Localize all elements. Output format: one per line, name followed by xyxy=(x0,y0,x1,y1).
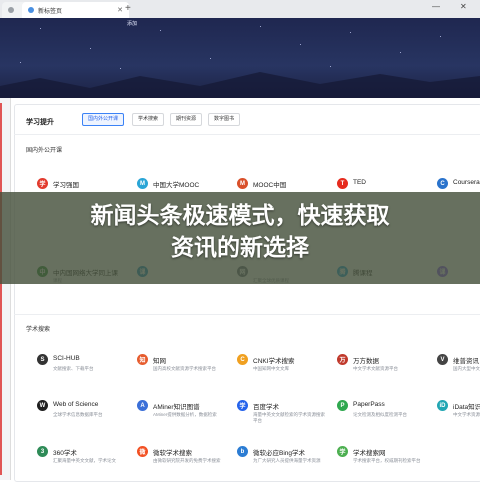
tile-name: 知网 xyxy=(153,358,166,365)
browser-tab-2[interactable]: 新标签页 ✕ xyxy=(22,2,129,18)
tile-description: 学术搜索平台，权威期刊检索平台 xyxy=(353,458,421,463)
academic-tile[interactable]: 知知网 国内高校文献资源学术搜索平台 xyxy=(137,354,227,384)
tile-name: 微软必应Bing学术 xyxy=(253,450,306,457)
academic-tile[interactable]: W Web of Science 全球学术信息数据库平台 xyxy=(37,400,127,430)
ted-icon: T xyxy=(337,178,348,189)
tile-name: 微软学术搜索 xyxy=(153,450,192,457)
tile-name: 维普资讯 xyxy=(453,358,479,365)
mooc-china-icon: M xyxy=(237,178,248,189)
academic-tile[interactable]: S SCI-HUB 文献搜索、下载平台 xyxy=(37,354,127,384)
overlay-headline-line2: 资讯的新选择 xyxy=(171,235,309,261)
cnki-search-icon: C xyxy=(237,354,248,365)
weipu-icon: V xyxy=(437,354,448,365)
tile-name: 360学术 xyxy=(53,450,77,457)
bing-academic-icon: b xyxy=(237,446,248,457)
tile-description: 论文检测及相似度检测平台 xyxy=(353,412,407,417)
tile-description: 中国知网中文文库 xyxy=(253,366,289,371)
tile-description: 中文学术资源检索平台 xyxy=(453,412,480,417)
academic-tile[interactable]: 学学术搜索网 学术搜索平台，权威期刊检索平台 xyxy=(337,446,427,476)
tile-description: 国内高校文献资源学术搜索平台 xyxy=(153,366,216,371)
tile-name: TED xyxy=(353,179,366,186)
tile-description: 汇聚海量中英文文献，学术论文 xyxy=(53,458,116,463)
tile-name: SCI-HUB xyxy=(53,355,80,362)
tile-description: AMiner提供数据分析，数据检索 xyxy=(153,412,217,417)
tile-name: 学术搜索网 xyxy=(353,450,386,457)
academic-tile[interactable]: 微微软学术搜索 由微软研究院开发的免费学术搜索 xyxy=(137,446,227,476)
xuexi-icon: 学 xyxy=(37,178,48,189)
section-title-courses: 国内外公开课 xyxy=(26,148,63,154)
tile-name: CNKI学术搜索 xyxy=(253,358,295,365)
academic-tile[interactable]: A AMiner知识图谱 AMiner提供数据分析，数据检索 xyxy=(137,400,227,430)
tile-name: 百度学术 xyxy=(253,404,279,411)
coursera-icon: C xyxy=(437,178,448,189)
tab-2-label: 新标签页 xyxy=(38,8,63,15)
academic-tile[interactable]: P PaperPass 论文检测及相似度检测平台 xyxy=(337,400,427,430)
tile-name: Coursera xyxy=(453,179,480,186)
academic-tile[interactable]: b 微软必应Bing学术 为广大研究人员提供海量学术资源 xyxy=(237,446,327,476)
idata-icon: iD xyxy=(437,400,448,411)
tile-name: 万方数据 xyxy=(353,358,379,365)
academic-tile[interactable]: 学百度学术 海量中英文文献检索的学术资源搜索平台 xyxy=(237,400,327,430)
sidebar-highlight-bar xyxy=(0,103,2,475)
paperpass-icon: P xyxy=(337,400,348,411)
mooc-cn-icon: M xyxy=(137,178,148,189)
tab-journal-resources[interactable]: 期刊资源 xyxy=(170,113,203,126)
aminer-icon: A xyxy=(137,400,148,411)
tile-description: 为广大研究人员提供海量学术资源 xyxy=(253,458,321,463)
browser-tab-bar: 新标签页 ✕ + — ✕ xyxy=(0,0,480,19)
tile-name: 学习强国 xyxy=(53,182,79,189)
mountain-silhouette xyxy=(0,72,480,98)
academic-tile[interactable]: iD iData知识检索中文学术资源检索平台 xyxy=(437,400,480,430)
overlay-headline: 新闻头条极速模式，快速获取 资讯的新选择 xyxy=(0,200,480,264)
page-favicon-icon xyxy=(8,7,14,13)
panel-title: 学习提升 xyxy=(26,119,54,126)
overlay-headline-line1: 新闻头条极速模式，快速获取 xyxy=(90,203,390,229)
cnki-icon: 知 xyxy=(137,354,148,365)
baidu-xueshu-icon: 学 xyxy=(237,400,248,411)
academic-tile[interactable]: 3 360学术 汇聚海量中英文文献，学术论文 xyxy=(37,446,127,476)
tile-name: iData知识检索 xyxy=(453,404,480,411)
tile-name: Web of Science xyxy=(53,401,99,408)
wos-icon: W xyxy=(37,400,48,411)
minimize-button[interactable]: — xyxy=(432,2,440,11)
wanfang-icon: 万 xyxy=(337,354,348,365)
tab-digital-books[interactable]: 数字图书 xyxy=(208,113,241,126)
tab-open-courses[interactable]: 国内外公开课 xyxy=(82,113,125,126)
tile-name: PaperPass xyxy=(353,401,385,408)
tile-description: 国内大型中文期刊平台 xyxy=(453,366,480,371)
academic-tile[interactable]: C CNKI学术搜索 中国知网中文文库 xyxy=(237,354,327,384)
tile-description: 文献搜索、下载平台 xyxy=(53,366,94,371)
tile-description: 海量中英文文献检索的学术资源搜索平台 xyxy=(253,412,325,423)
academic-tile[interactable]: 万万方数据 中文学术文献资源平台 xyxy=(337,354,427,384)
hero-add-label[interactable]: 添加 xyxy=(127,20,137,27)
close-window-button[interactable]: ✕ xyxy=(460,2,467,11)
academic-tile[interactable]: V 维普资讯国内大型中文期刊平台 xyxy=(437,354,480,384)
new-tab-button[interactable]: + xyxy=(125,3,131,14)
ms-academic-icon: 微 xyxy=(137,446,148,457)
divider xyxy=(14,134,480,135)
newtab-favicon-icon xyxy=(28,7,34,13)
tab-academic-search[interactable]: 学术搜索 xyxy=(132,113,165,126)
xueshu360-icon: 3 xyxy=(37,446,48,457)
scihub-icon: S xyxy=(37,354,48,365)
tile-name: AMiner知识图谱 xyxy=(153,404,200,411)
divider xyxy=(14,314,480,315)
tab-close-icon[interactable]: ✕ xyxy=(117,6,123,14)
tile-name: 中国大学MOOC xyxy=(153,182,200,189)
section-title-academic: 学术搜索 xyxy=(26,327,51,333)
tile-name: MOOC中国 xyxy=(253,182,287,189)
hero-background xyxy=(0,18,480,98)
tile-description: 中文学术文献资源平台 xyxy=(353,366,398,371)
tile-description: 全球学术信息数据库平台 xyxy=(53,412,103,417)
tile-description: 由微软研究院开发的免费学术搜索 xyxy=(153,458,221,463)
xueshu-wang-icon: 学 xyxy=(337,446,348,457)
